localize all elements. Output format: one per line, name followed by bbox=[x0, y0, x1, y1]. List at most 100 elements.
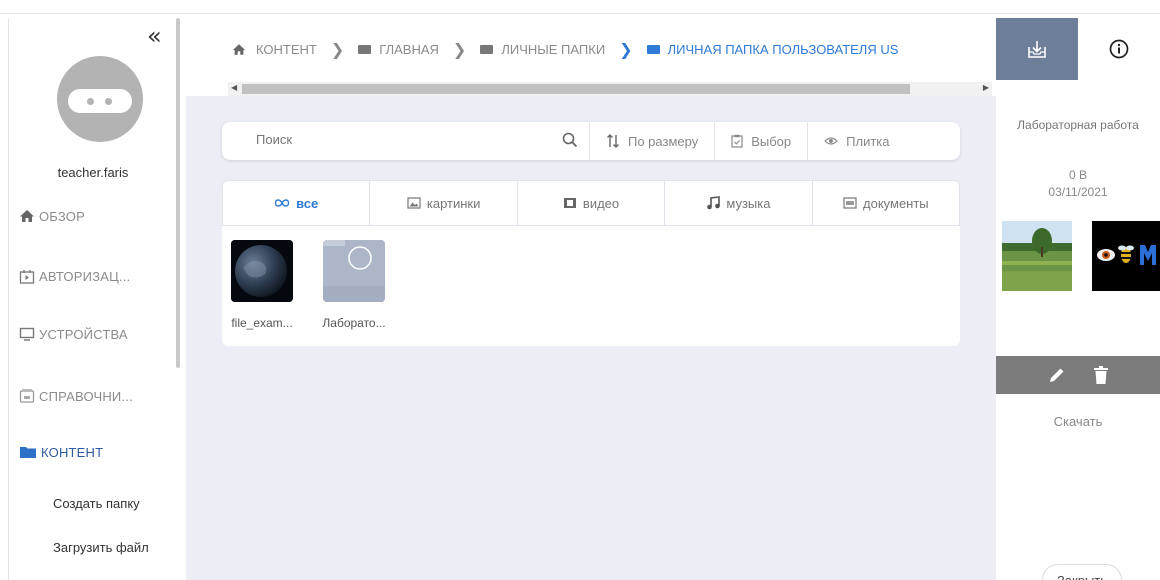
nav-item-overview[interactable]: ОБЗОР bbox=[19, 204, 85, 228]
breadcrumb-label: ЛИЧНАЯ ПАПКА ПОЛЬЗОВАТЕЛЯ US bbox=[667, 42, 899, 57]
panel-tabs bbox=[996, 18, 1160, 80]
infinity-icon bbox=[274, 199, 290, 207]
breadcrumb: КОНТЕНТ ❯ ГЛАВНАЯ ❯ ЛИЧНЫЕ ПАПКИ ❯ ЛИЧНА… bbox=[232, 40, 898, 59]
nav-item-directories[interactable]: СПРАВОЧНИ... bbox=[19, 384, 133, 408]
folder-icon bbox=[20, 447, 36, 458]
action-bar bbox=[996, 356, 1160, 394]
clipboard-check-icon bbox=[731, 134, 743, 148]
item-title: Лабораторная работа bbox=[1017, 118, 1139, 132]
music-icon bbox=[707, 196, 721, 210]
scrollbar-thumb[interactable] bbox=[242, 84, 910, 94]
sort-by-size-button[interactable]: По размеру bbox=[590, 122, 716, 160]
nav-label: СПРАВОЧНИ... bbox=[39, 388, 133, 404]
view-tile-button[interactable]: Плитка bbox=[808, 122, 905, 160]
search-input[interactable] bbox=[256, 132, 536, 147]
directory-icon bbox=[19, 389, 35, 403]
select-button[interactable]: Выбор bbox=[715, 122, 809, 160]
folder-icon bbox=[646, 45, 660, 54]
item-date: 03/11/2021 bbox=[1048, 185, 1108, 199]
info-icon bbox=[1109, 39, 1129, 59]
avatar-eye-right bbox=[105, 98, 112, 105]
top-strip bbox=[0, 0, 1160, 14]
meadow-image bbox=[1002, 221, 1072, 291]
item-size: 0 B bbox=[1068, 168, 1087, 182]
info-panel: Лабораторная работа 0 B 03/11/2021 Скача… bbox=[996, 18, 1160, 580]
scroll-right-arrow-icon[interactable]: ▶ bbox=[983, 83, 989, 92]
avatar-eye-left bbox=[87, 98, 94, 105]
download-link[interactable]: Скачать bbox=[996, 414, 1160, 429]
edit-button[interactable] bbox=[1048, 366, 1066, 384]
breadcrumb-label: КОНТЕНТ bbox=[256, 42, 317, 57]
breadcrumb-item-user-folder[interactable]: ЛИЧНАЯ ПАПКА ПОЛЬЗОВАТЕЛЯ US bbox=[646, 42, 899, 57]
trash-icon bbox=[1094, 366, 1108, 384]
sidebar-scrollbar[interactable] bbox=[176, 18, 180, 368]
tab-music[interactable]: музыка bbox=[665, 181, 813, 225]
login-icon bbox=[19, 269, 35, 284]
eye-icon bbox=[824, 137, 838, 145]
panel-tab-info[interactable] bbox=[1078, 18, 1160, 80]
chevron-right-icon: ❯ bbox=[619, 40, 633, 59]
video-icon bbox=[563, 198, 576, 208]
tab-video[interactable]: видео bbox=[518, 181, 666, 225]
sort-icon bbox=[607, 134, 619, 148]
document-icon bbox=[843, 197, 857, 209]
home-icon bbox=[232, 44, 246, 55]
select-label: Выбор bbox=[751, 133, 792, 149]
create-folder-link[interactable]: Создать папку bbox=[53, 496, 140, 511]
file-tile-image[interactable]: file_exam... bbox=[222, 240, 302, 330]
filter-tabs: все картинки видео музыка документы bbox=[222, 180, 960, 226]
tab-label: все bbox=[296, 195, 319, 211]
collapse-sidebar-button[interactable]: « bbox=[147, 24, 162, 48]
tab-images[interactable]: картинки bbox=[370, 181, 518, 225]
main-content: КОНТЕНТ ❯ ГЛАВНАЯ ❯ ЛИЧНЫЕ ПАПКИ ❯ ЛИЧНА… bbox=[186, 18, 996, 580]
search-box bbox=[222, 122, 590, 160]
folder-icon bbox=[358, 45, 372, 54]
nav-item-devices[interactable]: УСТРОЙСТВА bbox=[19, 322, 128, 346]
earth-image bbox=[231, 240, 293, 302]
upload-file-link[interactable]: Загрузить файл bbox=[53, 540, 149, 555]
tab-label: картинки bbox=[426, 195, 481, 211]
panel-tab-download[interactable] bbox=[996, 18, 1078, 80]
folder-thumbnail-icon bbox=[323, 240, 385, 302]
view-label: Плитка bbox=[846, 133, 890, 149]
chevron-right-icon: ❯ bbox=[330, 40, 345, 59]
breadcrumb-label: ЛИЧНЫЕ ПАПКИ bbox=[501, 42, 606, 57]
nav-label: АВТОРИЗАЦ... bbox=[39, 268, 131, 284]
nav-label: КОНТЕНТ bbox=[41, 444, 104, 460]
folder-icon bbox=[323, 240, 385, 302]
file-thumbnail-earth bbox=[231, 240, 293, 302]
breadcrumb-scrollbar[interactable]: ◀ ▶ bbox=[228, 82, 992, 96]
preview-image-meadow[interactable] bbox=[1002, 221, 1072, 291]
delete-button[interactable] bbox=[1094, 366, 1108, 384]
avatar-visor bbox=[68, 89, 132, 113]
tab-all[interactable]: все bbox=[223, 181, 371, 225]
nav-label: УСТРОЙСТВА bbox=[39, 326, 128, 342]
chevron-right-icon: ❯ bbox=[452, 40, 467, 59]
avatar[interactable] bbox=[57, 56, 143, 142]
folder-icon bbox=[480, 45, 494, 54]
breadcrumb-bar: КОНТЕНТ ❯ ГЛАВНАЯ ❯ ЛИЧНЫЕ ПАПКИ ❯ ЛИЧНА… bbox=[186, 18, 996, 96]
breadcrumb-item-personal-folders[interactable]: ЛИЧНЫЕ ПАПКИ bbox=[480, 42, 605, 57]
nav-label: ОБЗОР bbox=[39, 208, 85, 224]
scroll-left-arrow-icon[interactable]: ◀ bbox=[231, 83, 237, 92]
tab-label: видео bbox=[582, 195, 620, 211]
search-icon[interactable] bbox=[562, 132, 578, 148]
tab-label: музыка bbox=[726, 195, 771, 211]
pencil-icon bbox=[1050, 368, 1064, 382]
file-name: Лаборато... bbox=[322, 316, 386, 330]
breadcrumb-label: ГЛАВНАЯ bbox=[379, 42, 439, 57]
home-icon bbox=[20, 210, 34, 222]
username: teacher.faris bbox=[57, 165, 129, 180]
tab-documents[interactable]: документы bbox=[813, 181, 959, 225]
file-tile-folder[interactable]: Лаборато... bbox=[314, 240, 394, 330]
sort-label: По размеру bbox=[628, 133, 699, 149]
nav-item-authorization[interactable]: АВТОРИЗАЦ... bbox=[19, 264, 130, 288]
tab-label: документы bbox=[863, 195, 929, 211]
preview-image-logo[interactable] bbox=[1092, 221, 1160, 291]
breadcrumb-item-content[interactable]: КОНТЕНТ bbox=[232, 42, 317, 57]
file-name: file_exam... bbox=[231, 316, 293, 330]
close-button[interactable]: Закрыть bbox=[1042, 564, 1122, 580]
monitor-icon bbox=[19, 327, 35, 341]
breadcrumb-item-main[interactable]: ГЛАВНАЯ bbox=[358, 42, 439, 57]
nav-item-content[interactable]: КОНТЕНТ bbox=[19, 440, 103, 464]
